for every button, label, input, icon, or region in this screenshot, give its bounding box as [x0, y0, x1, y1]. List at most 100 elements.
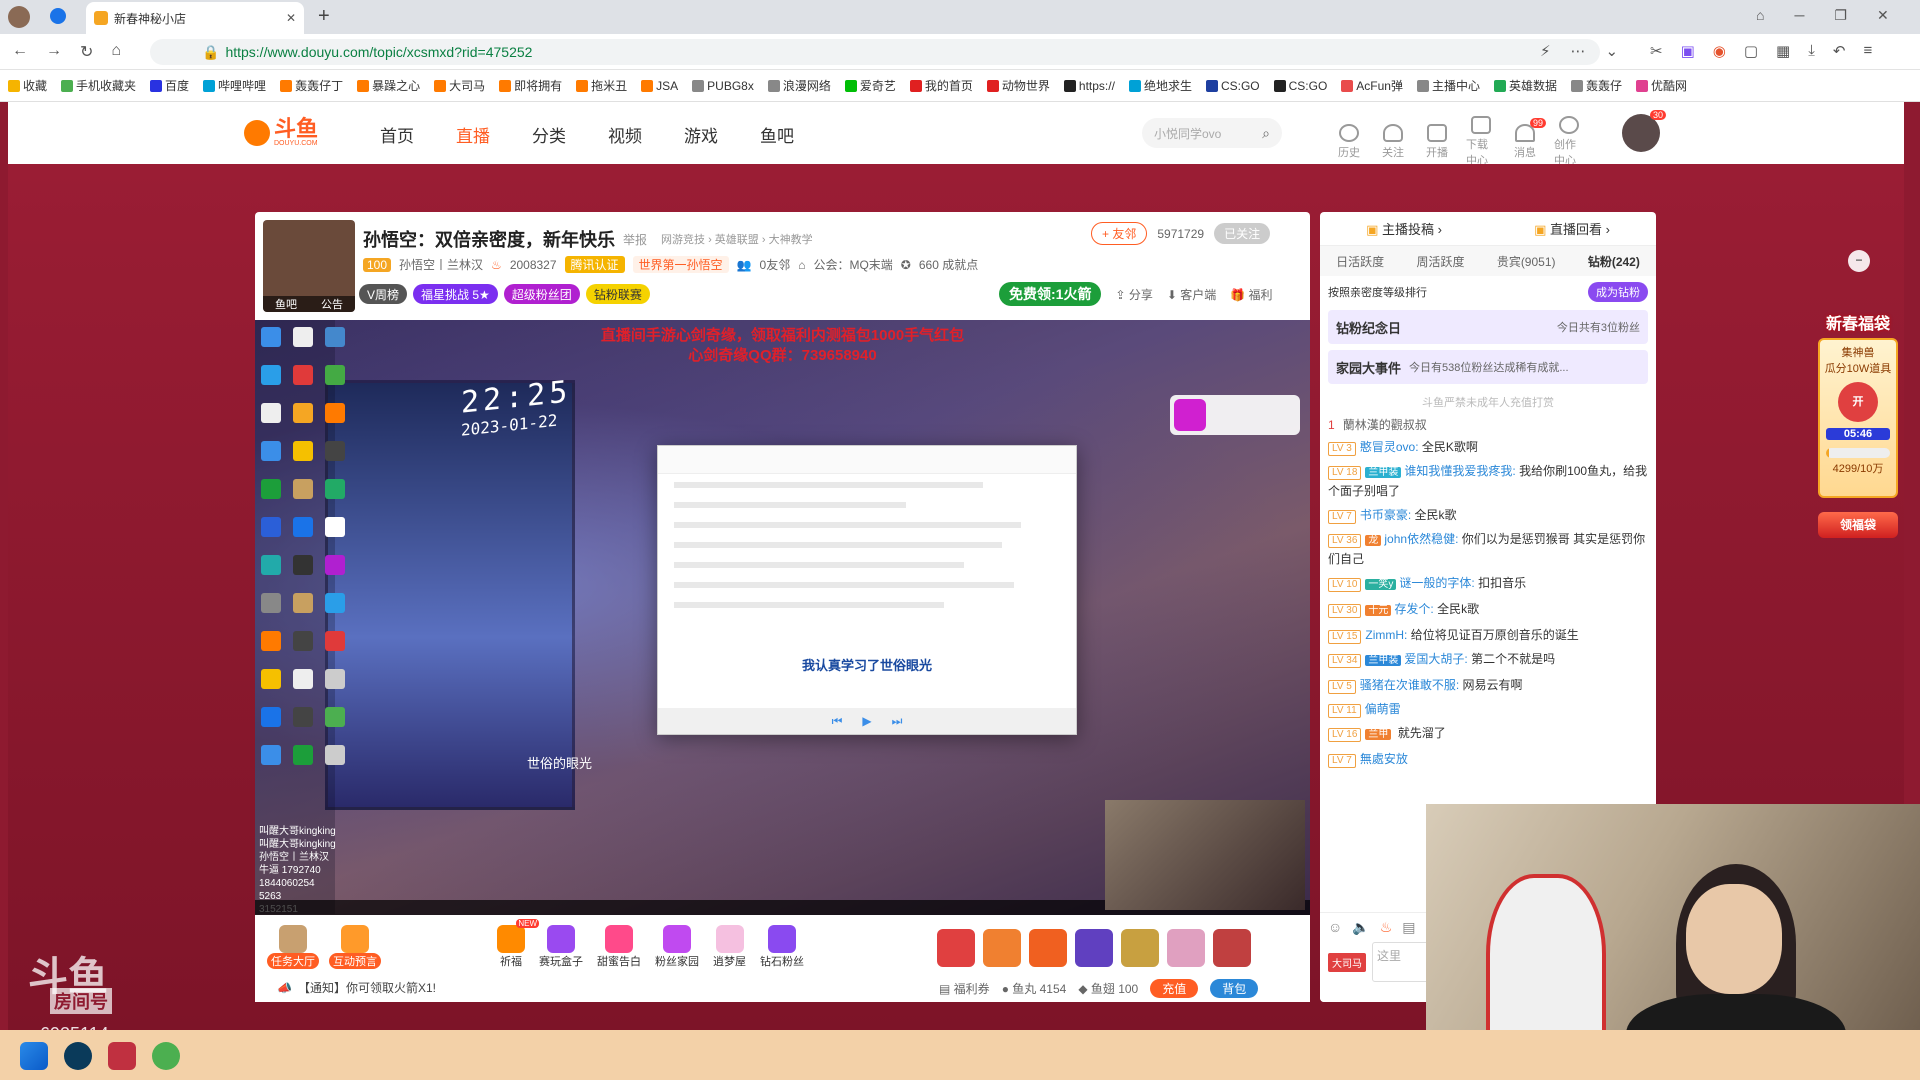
lucky-challenge-tag[interactable]: 福星挑战 5★	[413, 284, 498, 304]
nav-video[interactable]: 视频	[608, 122, 642, 147]
anchor-name[interactable]: 孙悟空丨兰林汉	[399, 256, 483, 273]
welfare-coupon[interactable]: ▤ 福利券	[939, 980, 990, 997]
tab-diamond-fans[interactable]: 钻粉(242)	[1588, 253, 1640, 270]
bookmark-item[interactable]: CS:GO	[1273, 79, 1327, 93]
fishbar-link[interactable]: 鱼吧	[275, 296, 297, 312]
spring-lucky-bag[interactable]: − 新春福袋 集神兽 瓜分10W道具 开 05:46 4299/10万 领福袋	[1814, 250, 1902, 550]
lightning-icon[interactable]: ⚡	[1540, 42, 1551, 60]
bookmark-item[interactable]: 我的首页	[909, 77, 973, 94]
bookmark-item[interactable]: 轰轰仔丁	[280, 77, 343, 94]
gift-item[interactable]	[937, 929, 975, 967]
address-bar[interactable]: 🔒 https://www.douyu.com/topic/xcsmxd?rid…	[150, 39, 1600, 65]
bookmark-item[interactable]: 暴躁之心	[357, 77, 420, 94]
more-icon[interactable]: ⋯	[1571, 42, 1586, 60]
gift-item[interactable]	[1167, 929, 1205, 967]
bookmark-item[interactable]: CS:GO	[1205, 79, 1260, 93]
tab-weekly[interactable]: 周活跃度	[1416, 253, 1464, 270]
backpack-button[interactable]: 背包	[1210, 979, 1259, 998]
gift-item[interactable]	[1213, 929, 1251, 967]
tab-search-icon[interactable]: ⌂	[1756, 7, 1764, 24]
category-breadcrumb[interactable]: 网游竞技 › 英雄联盟 › 大神教学	[661, 231, 813, 247]
become-diamond-button[interactable]: 成为钻粉	[1588, 282, 1648, 302]
bookmark-item[interactable]: 英雄数据	[1494, 77, 1557, 94]
bookmark-item[interactable]: 主播中心	[1416, 77, 1480, 94]
screen-icon[interactable]: ▢	[1744, 42, 1758, 60]
report-link[interactable]: 举报	[623, 231, 647, 248]
tab-close-icon[interactable]: ✕	[286, 11, 296, 25]
task-hall-button[interactable]: 任务大厅	[267, 925, 319, 969]
bookmark-item[interactable]: 拖米丑	[576, 77, 627, 94]
bookmark-item[interactable]: 爱奇艺	[844, 77, 896, 94]
bookmark-item[interactable]: 哔哩哔哩	[203, 77, 266, 94]
nav-home[interactable]: 首页	[380, 122, 414, 147]
close-window-button[interactable]: ✕	[1877, 7, 1889, 24]
search-input[interactable]: 小悦同学ovo	[1154, 125, 1221, 142]
restore-button[interactable]: ❐	[1834, 7, 1847, 24]
flame-icon[interactable]: ♨	[1380, 919, 1393, 936]
announcement-link[interactable]: 公告	[321, 296, 343, 312]
undo-icon[interactable]: ↶	[1833, 42, 1846, 60]
emoji-icon[interactable]: ☺	[1328, 919, 1342, 936]
gift-item[interactable]	[1075, 929, 1113, 967]
browser-tab[interactable]: 新春神秘小店 ✕	[86, 2, 304, 34]
download-icon[interactable]: ⤓	[1808, 42, 1815, 60]
app-icon[interactable]	[64, 1042, 92, 1070]
bookmark-item[interactable]: 大司马	[434, 77, 485, 94]
tab-vip[interactable]: 贵宾(9051)	[1497, 253, 1556, 270]
bookmark-item[interactable]: 动物世界	[986, 77, 1050, 94]
menu-icon[interactable]: ≡	[1863, 42, 1872, 60]
gift-pray[interactable]: 祈福 NEW	[497, 919, 539, 969]
bookmark-item[interactable]: 优酷网	[1636, 77, 1687, 94]
history-button[interactable]: 历史	[1334, 124, 1364, 160]
gift-fanhome[interactable]: 粉丝家园	[655, 925, 699, 969]
forward-icon[interactable]: →	[46, 42, 62, 62]
nav-category[interactable]: 分类	[532, 122, 566, 147]
follow-button[interactable]: 关注	[1378, 124, 1408, 160]
bookmark-item[interactable]: 收藏	[8, 77, 47, 94]
user-avatar[interactable]: 30	[1622, 110, 1666, 152]
nav-live[interactable]: 直播	[456, 122, 490, 147]
bookmark-item[interactable]: PUBG8x	[692, 79, 754, 93]
browser-logo-icon[interactable]	[50, 8, 66, 24]
bookmark-item[interactable]: 绝地求生	[1128, 77, 1192, 94]
free-rocket-button[interactable]: 免费领:1火箭	[999, 282, 1102, 306]
apps-icon[interactable]: ▦	[1776, 42, 1790, 60]
video-player[interactable]: 直播间手游心剑奇缘，领取福利内测福包1000手气红包 心剑奇缘QQ群：73965…	[255, 320, 1310, 915]
reload-icon[interactable]: ↻	[80, 42, 93, 62]
share-button[interactable]: ⇪ 分享	[1115, 286, 1152, 303]
weekly-rank-tag[interactable]: V周榜	[359, 284, 408, 304]
gift-diamond[interactable]: 钻石粉丝	[760, 925, 804, 969]
nav-game[interactable]: 游戏	[684, 122, 718, 147]
game-icon[interactable]: ◉	[1713, 42, 1726, 60]
windows-start-icon[interactable]	[20, 1042, 48, 1070]
gift-item[interactable]	[983, 929, 1021, 967]
bookmark-item[interactable]: https://	[1063, 79, 1115, 93]
bag-icon[interactable]: ▤	[1402, 919, 1415, 936]
tab-daily[interactable]: 日活跃度	[1336, 253, 1384, 270]
diamond-league-tag[interactable]: 钻粉联赛	[585, 284, 650, 304]
extension-icon[interactable]: ▣	[1681, 42, 1695, 60]
bookmark-item[interactable]: 浪漫网络	[767, 77, 831, 94]
recharge-button[interactable]: 充值	[1150, 979, 1199, 998]
welfare-button[interactable]: 🎁 福利	[1230, 286, 1272, 303]
bookmark-item[interactable]: 轰轰仔	[1571, 77, 1622, 94]
client-button[interactable]: ⬇ 客户端	[1167, 286, 1216, 303]
followed-button[interactable]: 已关注	[1214, 223, 1271, 244]
download-center-button[interactable]: 下载中心	[1466, 116, 1496, 168]
bookmark-item[interactable]: AcFun弹	[1341, 77, 1403, 94]
prediction-button[interactable]: 互动预言	[329, 925, 381, 969]
replay-tab[interactable]: ▣ 直播回看 ›	[1534, 219, 1610, 238]
gift-confess[interactable]: 甜蜜告白	[597, 925, 641, 969]
cut-icon[interactable]: ✂	[1650, 42, 1663, 60]
profile-avatar[interactable]	[8, 6, 30, 28]
diamond-day-banner[interactable]: 钻粉纪念日 今日共有3位粉丝	[1328, 310, 1648, 344]
collapse-icon[interactable]: −	[1848, 250, 1870, 272]
back-icon[interactable]: ←	[12, 42, 28, 62]
anchor-submit-tab[interactable]: ▣ 主播投稿 ›	[1366, 219, 1442, 238]
nav-fishbar[interactable]: 鱼吧	[760, 122, 794, 147]
search-box[interactable]: 小悦同学ovo ⌕	[1142, 118, 1282, 148]
search-icon[interactable]: ⌕	[1262, 125, 1270, 142]
message-button[interactable]: 消息 99	[1510, 118, 1546, 160]
rank-first[interactable]: 1 蘭林漢的觀叔叔	[1320, 414, 1656, 435]
claim-bag-button[interactable]: 领福袋	[1818, 512, 1898, 538]
